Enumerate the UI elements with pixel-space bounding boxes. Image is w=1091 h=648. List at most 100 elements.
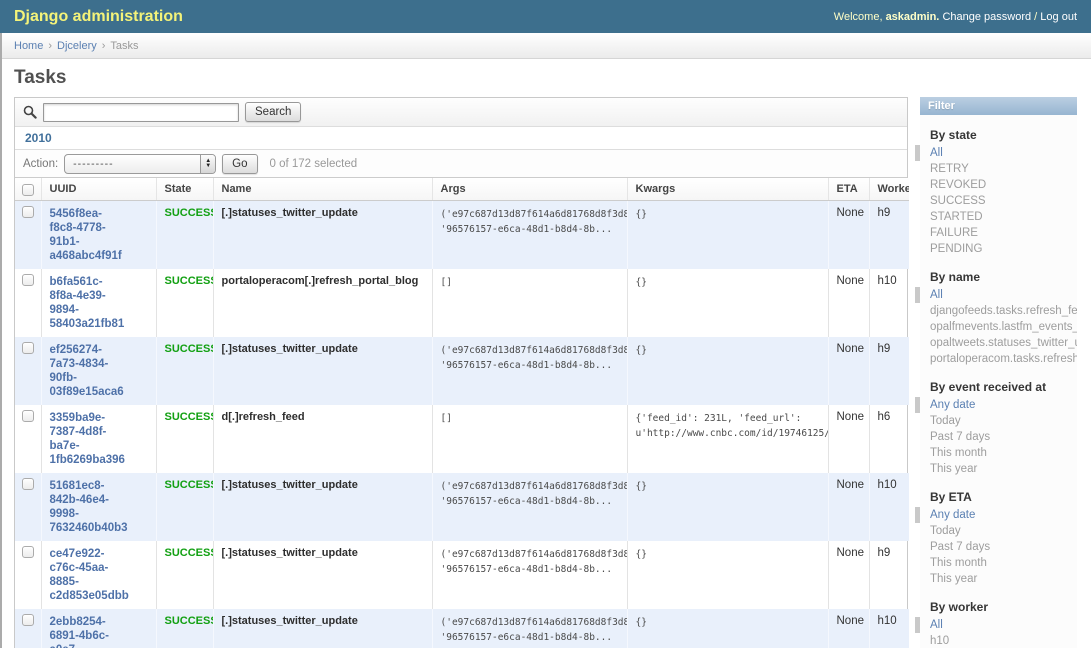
task-uuid-link[interactable]: ce47e922- c76c-45aa- 8885- c2d853e05dbb bbox=[50, 548, 129, 602]
action-select[interactable]: --------- ▲▼ bbox=[64, 154, 216, 174]
site-title: Django administration bbox=[14, 8, 183, 26]
task-state: SUCCESS bbox=[156, 541, 213, 609]
filter-item-received-any-date[interactable]: Any date bbox=[915, 397, 1077, 413]
filter-item-received-this-year[interactable]: This year bbox=[920, 461, 1077, 477]
search-icon bbox=[23, 105, 37, 119]
filter-list-by-eta: Any date Today Past 7 days This month Th… bbox=[920, 507, 1077, 587]
task-uuid-link[interactable]: ef256274- 7a73-4834- 90fb- 03f89e15aca6 bbox=[50, 344, 124, 398]
filter-item-worker-all[interactable]: All bbox=[915, 617, 1077, 633]
date-hierarchy: 2010 bbox=[15, 127, 907, 150]
row-checkbox[interactable] bbox=[22, 478, 34, 490]
task-kwargs: {} bbox=[627, 201, 828, 270]
task-kwargs: {} bbox=[627, 337, 828, 405]
task-name: [.]statuses_twitter_update bbox=[213, 337, 432, 405]
breadcrumb-djcelery[interactable]: Djcelery bbox=[57, 40, 97, 52]
search-button[interactable]: Search bbox=[245, 102, 301, 122]
column-header-eta[interactable]: ETA bbox=[828, 178, 869, 201]
task-args: ('e97c687d13d87f614a6d81768d8f3d8e', '96… bbox=[432, 609, 627, 648]
filter-item-eta-this-month[interactable]: This month bbox=[920, 555, 1077, 571]
row-checkbox[interactable] bbox=[22, 274, 34, 286]
username: askadmin. bbox=[886, 11, 940, 23]
task-kwargs: {} bbox=[627, 541, 828, 609]
date-hierarchy-year-link[interactable]: 2010 bbox=[25, 131, 52, 145]
filter-item-received-this-month[interactable]: This month bbox=[920, 445, 1077, 461]
filter-item-name-opalfmevents[interactable]: opalfmevents.lastfm_events_upd bbox=[920, 319, 1077, 335]
task-name: [.]statuses_twitter_update bbox=[213, 473, 432, 541]
task-uuid-link[interactable]: 5456f8ea- f8c8-4778- 91b1- a468abc4f91f bbox=[50, 208, 122, 262]
filter-heading-by-state: By state bbox=[920, 128, 1077, 142]
filter-item-worker-h10[interactable]: h10 bbox=[920, 633, 1077, 648]
page-title: Tasks bbox=[14, 67, 1091, 89]
filter-item-state-all[interactable]: All bbox=[915, 145, 1077, 161]
column-header-kwargs[interactable]: Kwargs bbox=[627, 178, 828, 201]
task-args: ('e97c687d13d87f614a6d81768d8f3d8e', '96… bbox=[432, 473, 627, 541]
row-checkbox[interactable] bbox=[22, 614, 34, 626]
task-args: ('e97c687d13d87f614a6d81768d8f3d8e', '96… bbox=[432, 541, 627, 609]
task-name: [.]statuses_twitter_update bbox=[213, 201, 432, 270]
filter-title: Filter bbox=[920, 97, 1077, 115]
selection-counter: 0 of 172 selected bbox=[270, 158, 358, 170]
admin-header: Django administration Welcome, askadmin.… bbox=[0, 0, 1091, 33]
task-worker: h10 bbox=[869, 609, 909, 648]
table-header-row: UUID State Name Args Kwargs ETA Worker bbox=[15, 178, 909, 201]
welcome-text: Welcome, bbox=[834, 11, 883, 23]
change-password-link[interactable]: Change password bbox=[942, 11, 1031, 23]
row-checkbox[interactable] bbox=[22, 410, 34, 422]
search-input[interactable] bbox=[43, 103, 239, 122]
filter-item-name-djangofeeds[interactable]: djangofeeds.tasks.refresh_feed bbox=[920, 303, 1077, 319]
filter-item-eta-today[interactable]: Today bbox=[920, 523, 1077, 539]
go-button[interactable]: Go bbox=[222, 154, 257, 174]
task-name: d[.]refresh_feed bbox=[213, 405, 432, 473]
column-header-args[interactable]: Args bbox=[432, 178, 627, 201]
row-checkbox[interactable] bbox=[22, 546, 34, 558]
filter-item-name-portaloperacom[interactable]: portaloperacom.tasks.refresh_p bbox=[920, 351, 1077, 367]
task-worker: h9 bbox=[869, 337, 909, 405]
task-state: SUCCESS bbox=[156, 609, 213, 648]
task-uuid-link[interactable]: 3359ba9e- 7387-4d8f- ba7e- 1fb6269ba396 bbox=[50, 412, 125, 466]
task-state: SUCCESS bbox=[156, 337, 213, 405]
select-all-checkbox[interactable] bbox=[22, 184, 34, 196]
task-uuid-link[interactable]: 2ebb8254- 6891-4b6c- a0e7- bbox=[50, 616, 109, 648]
breadcrumb-separator: › bbox=[48, 40, 52, 52]
task-eta: None bbox=[828, 405, 869, 473]
filter-item-eta-this-year[interactable]: This year bbox=[920, 571, 1077, 587]
table-row: ce47e922- c76c-45aa- 8885- c2d853e05dbb … bbox=[15, 541, 909, 609]
user-tools: Welcome, askadmin. Change password / Log… bbox=[834, 11, 1077, 23]
filter-item-received-past-7-days[interactable]: Past 7 days bbox=[920, 429, 1077, 445]
filter-item-eta-past-7-days[interactable]: Past 7 days bbox=[920, 539, 1077, 555]
filter-item-state-pending[interactable]: PENDING bbox=[920, 241, 1077, 257]
filter-item-name-opaltweets[interactable]: opaltweets.statuses_twitter_upd bbox=[920, 335, 1077, 351]
logout-link[interactable]: Log out bbox=[1040, 11, 1077, 23]
task-worker: h6 bbox=[869, 405, 909, 473]
column-header-uuid[interactable]: UUID bbox=[41, 178, 156, 201]
window-edge bbox=[0, 33, 2, 648]
task-worker: h10 bbox=[869, 269, 909, 337]
filter-item-state-revoked[interactable]: REVOKED bbox=[920, 177, 1077, 193]
filter-item-state-started[interactable]: STARTED bbox=[920, 209, 1077, 225]
content-area: Tasks Search 2010 Action: --------- ▲▼ bbox=[0, 59, 1091, 648]
column-header-name[interactable]: Name bbox=[213, 178, 432, 201]
task-uuid-link[interactable]: b6fa561c- 8f8a-4e39- 9894- 58403a21fb81 bbox=[50, 276, 125, 330]
task-uuid-link[interactable]: 51681ec8- 842b-46e4- 9998- 7632460b40b3 bbox=[50, 480, 128, 534]
column-header-worker[interactable]: Worker bbox=[869, 178, 909, 201]
filter-item-received-today[interactable]: Today bbox=[920, 413, 1077, 429]
breadcrumb-home[interactable]: Home bbox=[14, 40, 43, 52]
filter-list-by-worker: All h10 h8 h6 bbox=[920, 617, 1077, 648]
filter-item-eta-any-date[interactable]: Any date bbox=[915, 507, 1077, 523]
column-header-state[interactable]: State bbox=[156, 178, 213, 201]
task-name: [.]statuses_twitter_update bbox=[213, 541, 432, 609]
filter-item-name-all[interactable]: All bbox=[915, 287, 1077, 303]
task-state: SUCCESS bbox=[156, 269, 213, 337]
task-eta: None bbox=[828, 337, 869, 405]
task-kwargs: {} bbox=[627, 473, 828, 541]
filter-item-state-success[interactable]: SUCCESS bbox=[920, 193, 1077, 209]
filter-item-state-retry[interactable]: RETRY bbox=[920, 161, 1077, 177]
task-kwargs: {} bbox=[627, 609, 828, 648]
row-checkbox[interactable] bbox=[22, 206, 34, 218]
filter-list-by-name: All djangofeeds.tasks.refresh_feed opalf… bbox=[920, 287, 1077, 367]
filter-item-state-failure[interactable]: FAILURE bbox=[920, 225, 1077, 241]
breadcrumb-separator: › bbox=[102, 40, 106, 52]
task-kwargs: {'feed_id': 231L, 'feed_url': u'http://w… bbox=[627, 405, 828, 473]
filter-heading-by-event-received: By event received at bbox=[920, 380, 1077, 394]
row-checkbox[interactable] bbox=[22, 342, 34, 354]
